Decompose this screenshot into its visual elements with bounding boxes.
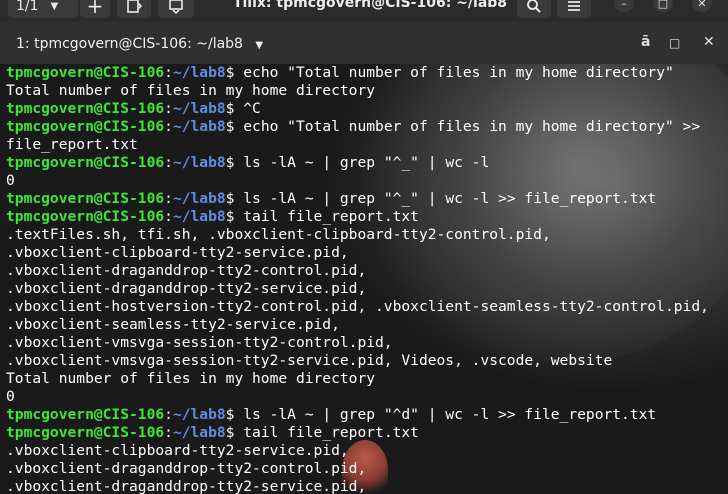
command-text: $ tail file_report.txt xyxy=(225,208,419,225)
output-line: .vboxclient-clipboard-tty2-service.pid, xyxy=(6,244,349,261)
command-line: tpmcgovern@CIS-106:~/lab8$ ls -lA ~ | gr… xyxy=(6,154,726,172)
prompt-path: ~/lab8 xyxy=(172,424,226,441)
session-label: 1/1 xyxy=(16,0,39,14)
add-terminal-button[interactable]: + xyxy=(80,0,110,18)
output-line: .vboxclient-draganddrop-tty2-service.pid… xyxy=(6,280,367,297)
prompt-path: ~/lab8 xyxy=(172,100,226,117)
command-line: tpmcgovern@CIS-106:~/lab8$ ^C xyxy=(6,100,726,118)
output-line: 0 xyxy=(6,388,15,405)
output-line: .vboxclient-clipboard-tty2-service.pid, xyxy=(6,442,349,459)
sync-input-icon[interactable]: ā xyxy=(641,34,650,50)
prompt-colon: : xyxy=(164,190,173,207)
output-line: file_report.txt xyxy=(6,136,138,153)
session-switcher-button[interactable]: 1/1 ▼ xyxy=(8,0,78,18)
command-line: tpmcgovern@CIS-106:~/lab8$ tail file_rep… xyxy=(6,208,726,226)
command-text: $ echo "Total number of files in my home… xyxy=(225,64,674,81)
output-line: 0 xyxy=(6,172,15,189)
prompt-path: ~/lab8 xyxy=(172,190,226,207)
tilix-window: 1/1 ▼ + Tilix: tpmcgovern@CIS-106: ~/lab… xyxy=(0,0,728,494)
command-text: $ ls -lA ~ | grep "^_" | wc -l xyxy=(225,154,490,171)
search-button[interactable] xyxy=(517,0,551,18)
command-line: tpmcgovern@CIS-106:~/lab8$ echo "Total n… xyxy=(6,64,726,82)
search-icon xyxy=(527,0,541,13)
output-line: .vboxclient-seamless-tty2-service.pid, xyxy=(6,316,340,333)
close-button[interactable]: ✕ xyxy=(692,0,712,12)
menu-button[interactable] xyxy=(557,0,591,18)
output-line: .vboxclient-vmsvga-session-tty2-service.… xyxy=(6,352,613,369)
split-right-icon xyxy=(127,0,142,13)
command-line: tpmcgovern@CIS-106:~/lab8$ echo "Total n… xyxy=(6,118,726,136)
prompt-colon: : xyxy=(164,154,173,171)
maximize-icon[interactable]: □ xyxy=(669,36,680,50)
command-text: $ ls -lA ~ | grep "^_" | wc -l >> file_r… xyxy=(225,190,657,207)
prompt-colon: : xyxy=(164,100,173,117)
command-text: $ ls -lA ~ | grep "^d" | wc -l >> file_r… xyxy=(225,406,657,423)
terminal-title-bar: 1: tpmcgovern@CIS-106: ~/lab8 ▼ ā □ ✕ xyxy=(0,22,728,64)
command-line: tpmcgovern@CIS-106:~/lab8$ ls -lA ~ | gr… xyxy=(6,190,726,208)
command-text: $ tail file_report.txt xyxy=(225,424,419,441)
prompt-path: ~/lab8 xyxy=(172,118,226,135)
maximize-button[interactable]: □ xyxy=(653,0,673,12)
split-down-button[interactable] xyxy=(158,0,194,18)
plus-icon: + xyxy=(86,0,104,18)
output-line: .vboxclient-draganddrop-tty2-control.pid… xyxy=(6,262,367,279)
prompt-colon: : xyxy=(164,424,173,441)
minimize-icon: – xyxy=(621,0,627,10)
output-line: Total number of files in my home directo… xyxy=(6,370,376,387)
close-icon[interactable]: ✕ xyxy=(703,34,715,50)
terminal-lines: tpmcgovern@CIS-106:~/lab8$ echo "Total n… xyxy=(6,64,726,494)
output-line: .vboxclient-hostversion-tty2-control.pid… xyxy=(6,298,709,315)
output-line: .textFiles.sh, tfi.sh, .vboxclient-clipb… xyxy=(6,226,551,243)
prompt-user: tpmcgovern@CIS-106 xyxy=(6,64,165,81)
output-line: .vboxclient-draganddrop-tty2-service.pid… xyxy=(6,478,367,494)
maximize-icon: □ xyxy=(657,0,669,10)
chevron-down-icon: ▼ xyxy=(50,0,59,12)
prompt-path: ~/lab8 xyxy=(172,406,226,423)
command-line: tpmcgovern@CIS-106:~/lab8$ ls -lA ~ | gr… xyxy=(6,406,726,424)
prompt-user: tpmcgovern@CIS-106 xyxy=(6,208,165,225)
prompt-user: tpmcgovern@CIS-106 xyxy=(6,154,165,171)
prompt-colon: : xyxy=(164,406,173,423)
output-line: .vboxclient-draganddrop-tty2-control.pid… xyxy=(6,460,367,477)
command-line: tpmcgovern@CIS-106:~/lab8$ tail file_rep… xyxy=(6,424,726,442)
header-bar: 1/1 ▼ + Tilix: tpmcgovern@CIS-106: ~/lab… xyxy=(0,0,728,22)
terminal-output[interactable]: tpmcgovern@CIS-106:~/lab8$ echo "Total n… xyxy=(0,64,728,494)
minimize-button[interactable]: – xyxy=(614,0,634,12)
prompt-path: ~/lab8 xyxy=(172,64,226,81)
chevron-down-icon: ▼ xyxy=(255,40,264,51)
prompt-user: tpmcgovern@CIS-106 xyxy=(6,406,165,423)
output-line: Total number of files in my home directo… xyxy=(6,82,376,99)
terminal-title: 1: tpmcgovern@CIS-106: ~/lab8 xyxy=(16,36,243,52)
close-icon: ✕ xyxy=(697,0,707,10)
window-title: Tilix: tpmcgovern@CIS-106: ~/lab8 xyxy=(232,0,508,11)
split-right-button[interactable] xyxy=(117,0,151,18)
prompt-user: tpmcgovern@CIS-106 xyxy=(6,118,165,135)
prompt-colon: : xyxy=(164,64,173,81)
prompt-path: ~/lab8 xyxy=(172,154,226,171)
prompt-path: ~/lab8 xyxy=(172,208,226,225)
hamburger-menu-icon xyxy=(568,1,580,11)
prompt-user: tpmcgovern@CIS-106 xyxy=(6,190,165,207)
output-line: .vboxclient-vmsvga-session-tty2-control.… xyxy=(6,334,393,351)
command-text: $ ^C xyxy=(225,100,261,117)
prompt-colon: : xyxy=(164,118,173,135)
split-down-icon xyxy=(169,0,183,14)
prompt-user: tpmcgovern@CIS-106 xyxy=(6,100,165,117)
terminal-title-button[interactable]: 1: tpmcgovern@CIS-106: ~/lab8 ▼ xyxy=(16,36,263,52)
prompt-user: tpmcgovern@CIS-106 xyxy=(6,424,165,441)
prompt-colon: : xyxy=(164,208,173,225)
command-text: $ echo "Total number of files in my home… xyxy=(225,118,701,135)
